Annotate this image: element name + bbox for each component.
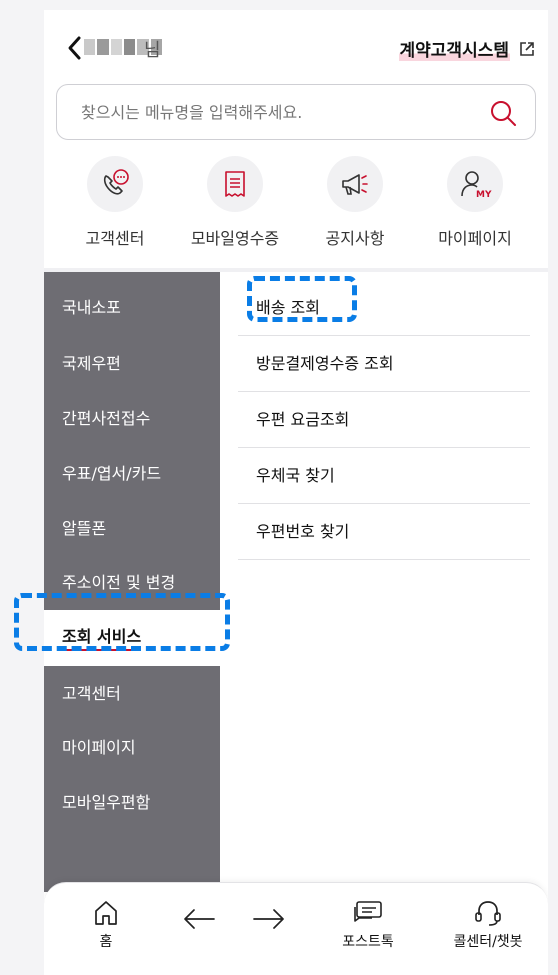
back-button[interactable] <box>64 34 86 62</box>
sidebar-item-address-change[interactable]: 주소이전 및 변경 <box>44 563 220 603</box>
megaphone-icon <box>327 156 383 212</box>
quick-link-notice[interactable]: 공지사항 <box>295 156 415 249</box>
submenu-item-label: 방문결제영수증 조회 <box>256 354 394 373</box>
submenu-item-find-postal-code[interactable]: 우편번호 찾기 <box>238 504 530 560</box>
sidebar-item-easy-preregistration[interactable]: 간편사전접수 <box>44 399 220 439</box>
quick-link-label: 모바일영수증 <box>190 229 280 248</box>
home-icon <box>95 901 117 925</box>
sidebar-item-international-mail[interactable]: 국제우편 <box>44 344 220 384</box>
submenu-item-label: 우체국 찾기 <box>256 466 335 485</box>
sidebar-item-domestic-parcel[interactable]: 국내소포 <box>44 288 220 328</box>
arrow-left-icon[interactable] <box>182 905 216 933</box>
receipt-icon <box>207 156 263 212</box>
chevron-left-icon <box>68 36 81 60</box>
sidebar-item-label: 알뜰폰 <box>62 519 107 538</box>
sidebar-item-label: 조회 서비스 <box>62 627 142 651</box>
quick-link-customer-center[interactable]: 고객센터 <box>55 156 175 249</box>
sidebar-item-label: 간편사전접수 <box>62 409 151 428</box>
sidebar-item-mypage[interactable]: 마이페이지 <box>44 728 220 768</box>
external-link-icon <box>518 40 536 58</box>
search-input[interactable] <box>81 85 461 139</box>
menu-search-box <box>56 84 536 140</box>
sidebar-item-label: 국내소포 <box>62 298 121 317</box>
callcenter-chatbot-button[interactable]: 콜센터/챗봇 <box>446 899 530 951</box>
category-sidebar: 국내소포 국제우편 간편사전접수 우표/엽서/카드 알뜰폰 주소이전 및 변경 … <box>44 272 228 892</box>
submenu-item-postage-rates[interactable]: 우편 요금조회 <box>238 392 530 448</box>
search-icon[interactable] <box>489 99 517 127</box>
sidebar-item-budget-phone[interactable]: 알뜰폰 <box>44 509 220 549</box>
sidebar-item-label: 모바일우편함 <box>62 793 151 812</box>
quick-link-label: 공지사항 <box>325 229 385 248</box>
menu-page: 님 계약고객시스템 고객센터 모바일영수증 <box>44 10 548 975</box>
headset-icon <box>475 901 501 926</box>
submenu-item-label: 우편번호 찾기 <box>256 522 350 541</box>
headset-chat-icon <box>87 156 143 212</box>
home-label: 홈 <box>99 934 113 950</box>
arrow-right-icon[interactable] <box>252 905 286 933</box>
svg-text:MY: MY <box>476 190 492 200</box>
posttalk-button[interactable]: 포스트톡 <box>336 899 400 951</box>
sidebar-item-customer-center[interactable]: 고객센터 <box>44 674 220 714</box>
quick-links: 고객센터 모바일영수증 공지사항 MY 마이페이지 <box>44 156 548 256</box>
bottom-navigation: 홈 포스트톡 콜센터/챗봇 <box>44 882 548 975</box>
quick-link-mobile-receipt[interactable]: 모바일영수증 <box>175 156 295 249</box>
posttalk-label: 포스트톡 <box>342 934 394 950</box>
quick-link-label: 고객센터 <box>85 229 145 248</box>
submenu-item-delivery-tracking[interactable]: 배송 조회 <box>238 280 530 336</box>
sidebar-item-label: 주소이전 및 변경 <box>62 573 176 592</box>
submenu-item-label: 배송 조회 <box>256 298 320 317</box>
sidebar-item-label: 마이페이지 <box>62 738 136 757</box>
sidebar-item-inquiry-service[interactable]: 조회 서비스 <box>44 610 228 666</box>
callcenter-label: 콜센터/챗봇 <box>453 934 523 950</box>
sidebar-item-label: 국제우편 <box>62 354 121 373</box>
user-suffix: 님 <box>144 40 161 61</box>
my-person-icon: MY <box>447 156 503 212</box>
home-button[interactable]: 홈 <box>88 899 124 951</box>
sidebar-item-mobile-mailbox[interactable]: 모바일우편함 <box>44 783 220 823</box>
quick-link-label: 마이페이지 <box>438 229 512 248</box>
sidebar-item-stamps-cards[interactable]: 우표/엽서/카드 <box>44 454 220 494</box>
contract-customer-system-link[interactable]: 계약고객시스템 <box>398 36 536 61</box>
submenu-item-find-post-office[interactable]: 우체국 찾기 <box>238 448 530 504</box>
submenu-item-label: 우편 요금조회 <box>256 410 350 429</box>
contract-link-label: 계약고객시스템 <box>398 36 510 61</box>
submenu-item-visit-receipt[interactable]: 방문결제영수증 조회 <box>238 336 530 392</box>
sidebar-item-label: 우표/엽서/카드 <box>62 464 162 483</box>
quick-link-mypage[interactable]: MY 마이페이지 <box>415 156 535 249</box>
sidebar-item-label: 고객센터 <box>62 684 121 703</box>
chat-icon <box>354 901 382 922</box>
